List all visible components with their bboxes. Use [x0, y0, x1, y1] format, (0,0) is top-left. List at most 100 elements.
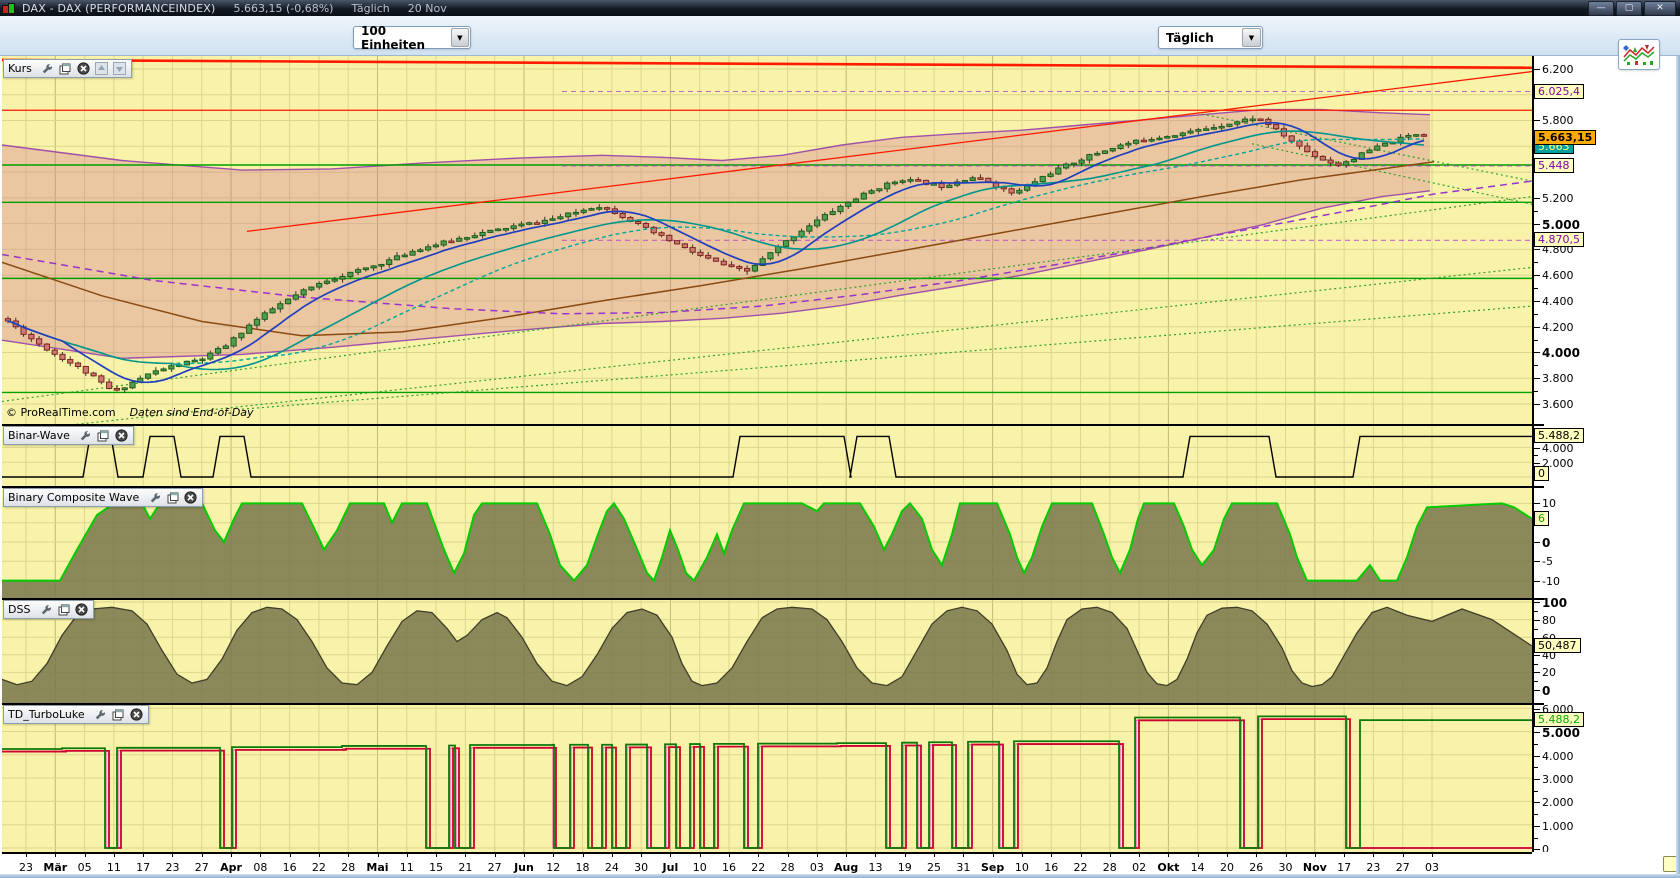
date-tick-mark: [758, 852, 759, 857]
close-tool-button[interactable]: [114, 429, 129, 443]
axis-tick-mark: [1534, 69, 1540, 70]
close-button[interactable]: ✕: [1644, 1, 1676, 16]
axis-minor-tick: [1534, 262, 1538, 263]
axis-tick-label: 4.200: [1542, 321, 1574, 334]
date-tick-mark: [1432, 852, 1433, 857]
wrench-tool-button[interactable]: [38, 603, 53, 617]
copy-tool-button[interactable]: [56, 603, 71, 617]
copy-tool-button[interactable]: [96, 429, 111, 443]
binar-panel-header[interactable]: Binar-Wave: [3, 426, 134, 445]
dss-panel[interactable]: [2, 600, 1532, 703]
close-tool-button[interactable]: [74, 603, 89, 617]
date-tick-mark: [378, 852, 379, 857]
chevron-down-icon[interactable]: ▼: [451, 28, 469, 47]
date-tick-mark: [934, 852, 935, 857]
axis-minor-tick: [1534, 611, 1538, 612]
wrench-tool-button[interactable]: [78, 429, 93, 443]
date-label: 02: [1132, 861, 1146, 874]
chevron-down-icon[interactable]: ▼: [1242, 28, 1261, 47]
axis-tick-mark: [1534, 561, 1540, 562]
date-tick-mark: [875, 852, 876, 857]
title-bar: DAX - DAX (PERFORMANCEINDEX) 5.663,15 (-…: [0, 0, 1680, 16]
date-tick-mark: [846, 852, 847, 857]
toolbar: 100 Einheiten ▼ Täglich ▼: [0, 16, 1680, 56]
down-tool-button[interactable]: [112, 62, 127, 76]
date-tick-mark: [1081, 852, 1082, 857]
axis-minor-tick: [1534, 391, 1538, 392]
units-dropdown[interactable]: 100 Einheiten ▼: [353, 26, 471, 49]
axis-tick-mark: [1534, 826, 1540, 827]
axis-tick-label: -5: [1542, 555, 1553, 568]
binar-wave-panel[interactable]: [2, 426, 1532, 486]
panel-title: Kurs: [8, 62, 32, 75]
axis-value-badge: 50,487: [1534, 638, 1581, 653]
axis-minor-tick: [1534, 340, 1538, 341]
date-tick-mark: [202, 852, 203, 857]
wrench-icon: [79, 430, 91, 442]
axis-tick-mark: [1534, 849, 1540, 850]
axis-value-badge: 5.448: [1534, 158, 1574, 173]
axis-value-badge: 6.025,4: [1534, 84, 1584, 99]
td-panel-header[interactable]: TD_TurboLuke: [3, 705, 149, 724]
bcw-panel-header[interactable]: Binary Composite Wave: [3, 488, 203, 507]
kurs-panel-header[interactable]: Kurs: [3, 59, 132, 78]
maximize-button[interactable]: ▢: [1616, 1, 1642, 16]
date-label: 16: [283, 861, 297, 874]
axis-panel-separator: [1532, 424, 1544, 426]
panel-separator: [2, 486, 1532, 488]
date-tick-mark: [26, 852, 27, 857]
period-dropdown[interactable]: Täglich ▼: [1158, 26, 1263, 49]
candlestick-app-icon: [2, 2, 15, 14]
axis-tick-label: 4.000: [1542, 346, 1580, 360]
bollinger-band: [2, 110, 1430, 359]
dss-panel-header[interactable]: DSS: [3, 600, 94, 619]
axis-panel-separator: [1532, 703, 1544, 705]
date-label: 10: [1015, 861, 1029, 874]
td-turboluke-panel[interactable]: [2, 705, 1532, 852]
minimize-button[interactable]: —: [1588, 1, 1614, 16]
date-label: Mai: [366, 861, 388, 874]
axis-tick-mark: [1534, 352, 1540, 353]
duplicate-window-icon: [112, 709, 124, 721]
window-frame-right: [1676, 16, 1680, 878]
kurs-panel[interactable]: [2, 55, 1532, 424]
panel-title: TD_TurboLuke: [8, 708, 85, 721]
wrench-tool-button[interactable]: [147, 491, 162, 505]
close-tool-button[interactable]: [183, 491, 198, 505]
date-tick-mark: [641, 852, 642, 857]
copy-tool-button[interactable]: [165, 491, 180, 505]
close-panel-icon: [130, 708, 143, 721]
axis-tick-label: 4.000: [1542, 750, 1574, 763]
date-label: 27: [488, 861, 502, 874]
axis-minor-tick: [1534, 814, 1538, 815]
date-tick-mark: [817, 852, 818, 857]
axis-minor-tick: [1534, 629, 1538, 630]
date-label: 16: [1044, 861, 1058, 874]
data-source-note: © ProRealTime.comDaten sind End-of-Day: [6, 406, 254, 419]
axis-value-badge: 5.663,15: [1534, 130, 1596, 145]
date-label: 03: [810, 861, 824, 874]
date-label: Aug: [834, 861, 858, 874]
indicator-settings-button[interactable]: [1618, 39, 1660, 70]
date-tick-mark: [231, 852, 232, 857]
axis-tick-label: 6.200: [1542, 63, 1574, 76]
date-tick-mark: [260, 852, 261, 857]
close-tool-button[interactable]: [129, 708, 144, 722]
date-tick-mark: [1256, 852, 1257, 857]
close-tool-button[interactable]: [76, 62, 91, 76]
axis-tick-label: 3.000: [1542, 773, 1574, 786]
axis-panel-separator: [1532, 598, 1544, 600]
wrench-tool-button[interactable]: [40, 62, 55, 76]
date-label: 14: [1191, 861, 1205, 874]
up-tool-button[interactable]: [94, 62, 109, 76]
date-tick-mark: [1139, 852, 1140, 857]
date-label: 22: [751, 861, 765, 874]
axis-minor-tick: [1534, 211, 1538, 212]
copy-tool-button[interactable]: [58, 62, 73, 76]
date-tick-mark: [290, 852, 291, 857]
axis-minor-tick: [1534, 767, 1538, 768]
copy-tool-button[interactable]: [111, 708, 126, 722]
duplicate-window-icon: [97, 430, 109, 442]
wrench-tool-button[interactable]: [93, 708, 108, 722]
binary-composite-wave-panel[interactable]: [2, 488, 1532, 598]
